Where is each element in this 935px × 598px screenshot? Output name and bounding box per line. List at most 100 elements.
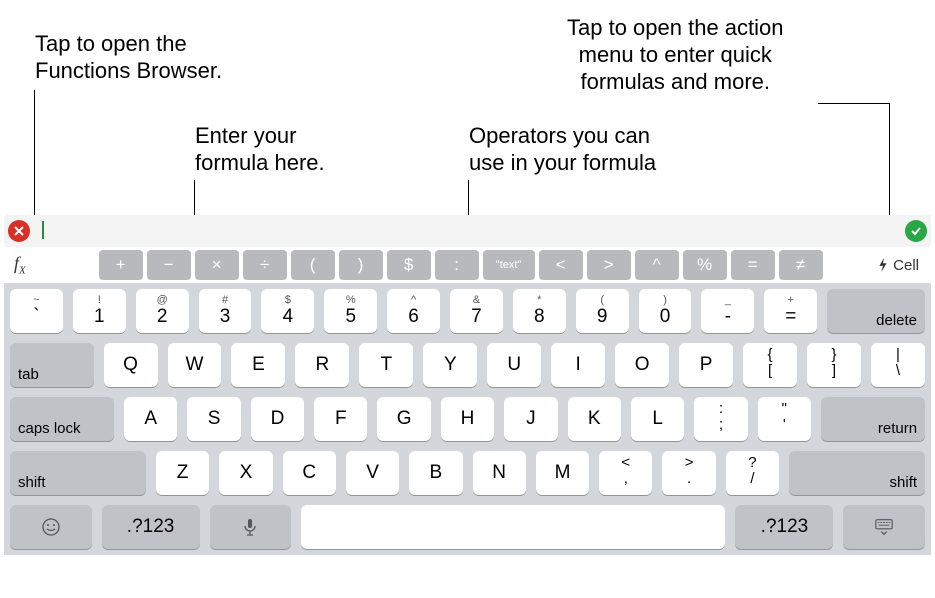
callout-action-menu: Tap to open the action menu to enter qui… xyxy=(567,14,784,95)
callout-operators: Operators you can use in your formula xyxy=(469,122,656,176)
operator-button[interactable]: − xyxy=(147,250,191,280)
key[interactable]: O xyxy=(615,343,669,387)
operator-button[interactable]: % xyxy=(683,250,727,280)
key[interactable]: G xyxy=(377,397,430,441)
key[interactable]: *8 xyxy=(513,289,566,333)
operator-button[interactable]: ) xyxy=(339,250,383,280)
key[interactable]: I xyxy=(551,343,605,387)
key[interactable]: >. xyxy=(662,451,715,495)
delete-key[interactable]: delete xyxy=(827,289,925,333)
emoji-key[interactable] xyxy=(10,505,92,549)
key[interactable]: _- xyxy=(701,289,754,333)
key[interactable]: %5 xyxy=(324,289,377,333)
operator-button[interactable]: ^ xyxy=(635,250,679,280)
key[interactable]: <, xyxy=(599,451,652,495)
number-switch-key[interactable]: .?123 xyxy=(102,505,200,549)
key[interactable]: F xyxy=(314,397,367,441)
keyboard-row-5: .?123 .?123 xyxy=(10,505,925,549)
confirm-button[interactable] xyxy=(905,220,927,242)
operator-button[interactable]: ÷ xyxy=(243,250,287,280)
key[interactable]: ?/ xyxy=(726,451,779,495)
key[interactable]: N xyxy=(473,451,526,495)
key[interactable]: Z xyxy=(156,451,209,495)
key[interactable]: B xyxy=(409,451,462,495)
key[interactable]: V xyxy=(346,451,399,495)
cancel-button[interactable] xyxy=(8,220,30,242)
key[interactable]: "' xyxy=(758,397,811,441)
key[interactable]: ^6 xyxy=(387,289,440,333)
key[interactable]: T xyxy=(359,343,413,387)
callout-enter-formula: Enter your formula here. xyxy=(195,122,325,176)
operator-button[interactable]: < xyxy=(539,250,583,280)
key[interactable]: K xyxy=(568,397,621,441)
caps-lock-key[interactable]: caps lock xyxy=(10,397,114,441)
key[interactable]: @2 xyxy=(136,289,189,333)
key[interactable]: )0 xyxy=(639,289,692,333)
key[interactable]: ~` xyxy=(10,289,63,333)
key[interactable]: L xyxy=(631,397,684,441)
operator-button[interactable]: $ xyxy=(387,250,431,280)
key[interactable]: &7 xyxy=(450,289,503,333)
dismiss-keyboard-key[interactable] xyxy=(843,505,925,549)
operator-button[interactable]: ( xyxy=(291,250,335,280)
operator-button[interactable]: > xyxy=(587,250,631,280)
key[interactable]: :; xyxy=(694,397,747,441)
leader-line xyxy=(194,180,195,216)
tab-key[interactable]: tab xyxy=(10,343,94,387)
key[interactable]: X xyxy=(219,451,272,495)
shift-key-right[interactable]: shift xyxy=(789,451,925,495)
key[interactable]: (9 xyxy=(576,289,629,333)
callout-functions-browser: Tap to open the Functions Browser. xyxy=(35,30,222,84)
operator-button[interactable]: = xyxy=(731,250,775,280)
key[interactable]: Q xyxy=(104,343,158,387)
key[interactable]: H xyxy=(441,397,494,441)
key[interactable]: |\ xyxy=(871,343,925,387)
keyboard-row-3: caps lockASDFGHJKL:;"'return xyxy=(10,397,925,441)
operator-button[interactable]: × xyxy=(195,250,239,280)
key[interactable]: W xyxy=(168,343,222,387)
operator-button[interactable]: ≠ xyxy=(779,250,823,280)
key[interactable]: }] xyxy=(807,343,861,387)
microphone-icon xyxy=(240,517,260,537)
key[interactable]: C xyxy=(283,451,336,495)
operators-row: +−×÷()$:"text"<>^%=≠ xyxy=(44,250,877,280)
functions-browser-button[interactable]: fX xyxy=(4,253,44,277)
operator-button[interactable]: "text" xyxy=(483,250,535,280)
keyboard-row-2: tabQWERTYUIOP{[}]|\ xyxy=(10,343,925,387)
return-key[interactable]: return xyxy=(821,397,925,441)
key[interactable]: += xyxy=(764,289,817,333)
key[interactable]: A xyxy=(124,397,177,441)
key[interactable]: U xyxy=(487,343,541,387)
key[interactable]: J xyxy=(504,397,557,441)
key[interactable]: !1 xyxy=(73,289,126,333)
key[interactable]: $4 xyxy=(261,289,314,333)
operator-button[interactable]: : xyxy=(435,250,479,280)
cell-label: Cell xyxy=(893,257,919,274)
keyboard-row-4: shiftZXCVBNM<,>.?/shift xyxy=(10,451,925,495)
leader-line xyxy=(818,103,890,104)
formula-bar xyxy=(4,215,931,247)
keyboard-dismiss-icon xyxy=(874,517,894,537)
key[interactable]: P xyxy=(679,343,733,387)
key-label: .?123 xyxy=(127,516,175,538)
formula-editor: fX +−×÷()$:"text"<>^%=≠ Cell ~`!1@2#3$4%… xyxy=(4,215,931,555)
key-label: .?123 xyxy=(761,516,809,538)
formula-input[interactable] xyxy=(38,215,897,247)
onscreen-keyboard: ~`!1@2#3$4%5^6&7*8(9)0_-+=delete tabQWER… xyxy=(4,283,931,555)
number-switch-key-right[interactable]: .?123 xyxy=(735,505,833,549)
key[interactable]: D xyxy=(251,397,304,441)
key[interactable]: M xyxy=(536,451,589,495)
key[interactable]: Y xyxy=(423,343,477,387)
shift-key-left[interactable]: shift xyxy=(10,451,146,495)
key[interactable]: S xyxy=(187,397,240,441)
space-key[interactable] xyxy=(301,505,725,549)
key[interactable]: #3 xyxy=(199,289,252,333)
operator-button[interactable]: + xyxy=(99,250,143,280)
dictation-key[interactable] xyxy=(210,505,292,549)
key[interactable]: {[ xyxy=(743,343,797,387)
formula-toolbar: fX +−×÷()$:"text"<>^%=≠ Cell xyxy=(4,247,931,283)
key[interactable]: E xyxy=(231,343,285,387)
lightning-icon xyxy=(877,257,889,273)
key[interactable]: R xyxy=(295,343,349,387)
action-menu-button[interactable]: Cell xyxy=(877,257,931,274)
